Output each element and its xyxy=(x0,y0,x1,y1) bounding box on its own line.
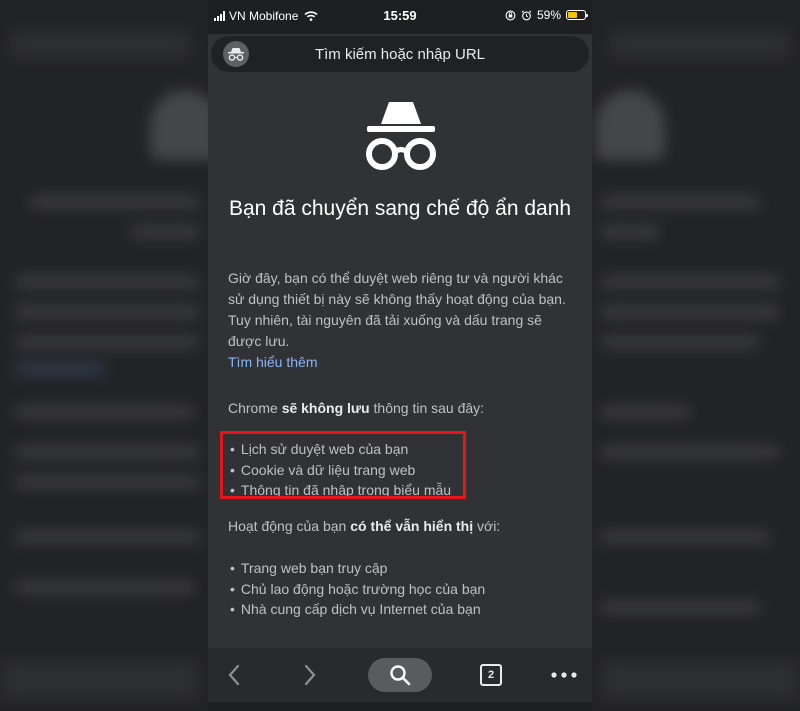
still-visible-heading: Hoạt động của bạn có thể vẫn hiển thị vớ… xyxy=(228,518,501,534)
page-title: Bạn đã chuyển sang chế độ ẩn danh xyxy=(228,197,572,220)
search-icon xyxy=(390,665,411,686)
incognito-icon xyxy=(366,102,436,170)
back-button[interactable] xyxy=(214,648,254,702)
back-icon xyxy=(228,664,240,686)
forward-button[interactable] xyxy=(290,648,330,702)
more-icon xyxy=(551,672,577,678)
highlight-box xyxy=(220,431,466,499)
list-item: Chủ lao động hoặc trường học của bạn xyxy=(230,579,485,600)
not-saved-heading: Chrome sẽ không lưu thông tin sau đây: xyxy=(228,400,485,416)
battery-percent: 59% xyxy=(536,8,561,22)
tab-count: 2 xyxy=(480,664,502,686)
phone-screen: VN Mobifone 15:59 59% Tìm kiếm hoặc nhập… xyxy=(208,0,592,711)
alarm-icon xyxy=(521,10,532,20)
home-indicator-area xyxy=(208,702,592,711)
bottom-toolbar: 2 xyxy=(208,648,592,702)
url-bar[interactable]: Tìm kiếm hoặc nhập URL xyxy=(211,36,589,72)
still-visible-list: Trang web bạn truy cập Chủ lao động hoặc… xyxy=(230,558,485,620)
status-bar: VN Mobifone 15:59 59% xyxy=(208,0,592,34)
search-button[interactable] xyxy=(368,648,432,702)
list-item: Nhà cung cấp dịch vụ Internet của bạn xyxy=(230,599,485,620)
screen-rotation-lock-icon xyxy=(505,10,516,20)
url-input[interactable]: Tìm kiếm hoặc nhập URL xyxy=(211,46,589,63)
more-menu-button[interactable] xyxy=(544,648,584,702)
learn-more-link[interactable]: Tìm hiểu thêm xyxy=(228,354,317,370)
tab-switcher-button[interactable]: 2 xyxy=(476,648,506,702)
forward-icon xyxy=(304,664,316,686)
incognito-description: Giờ đây, bạn có thể duyệt web riêng tư v… xyxy=(228,270,566,349)
list-item: Trang web bạn truy cập xyxy=(230,558,485,579)
battery-icon xyxy=(566,10,588,20)
